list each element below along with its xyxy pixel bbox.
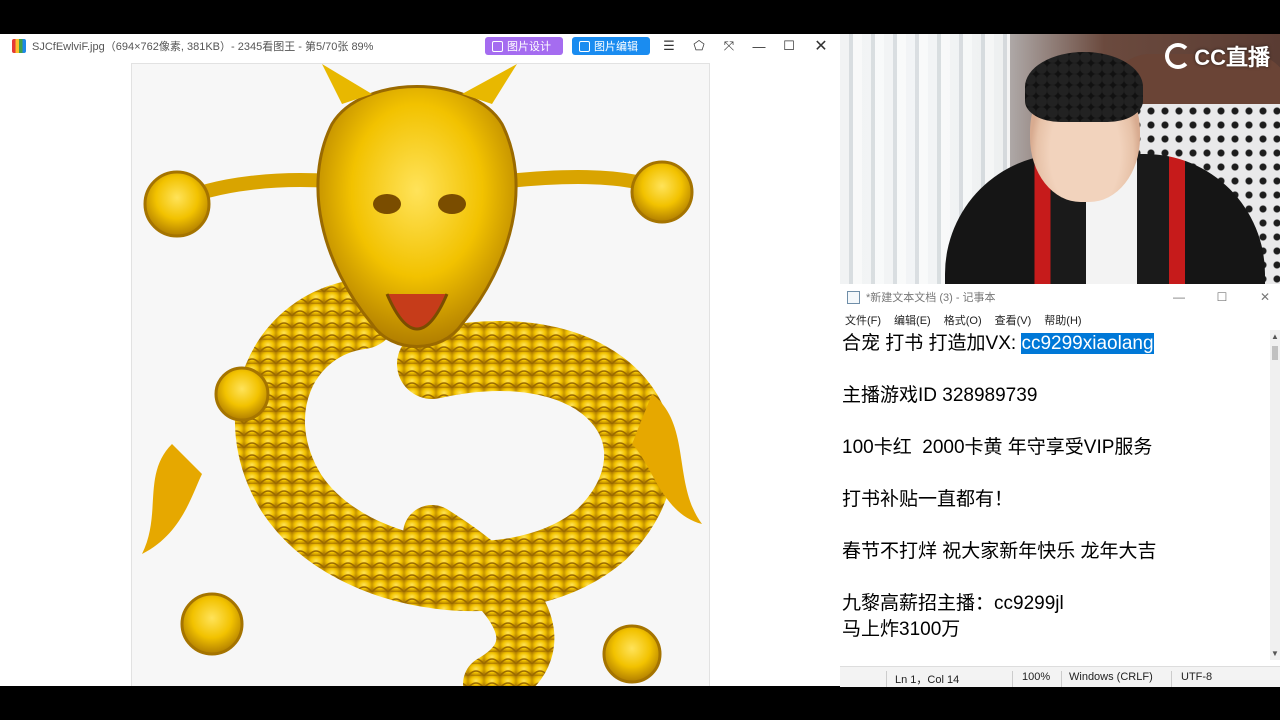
- status-divider: [1012, 671, 1013, 687]
- viewer-title: SJCfEwlviF.jpg（694×762像素, 381KB）- 2345看图…: [32, 41, 374, 53]
- shirt-icon[interactable]: ⬠: [689, 36, 709, 56]
- golden-dragon-illustration: [142, 64, 702, 686]
- image-design-label: 图片设计: [507, 41, 551, 53]
- menu-file[interactable]: 文件(F): [845, 312, 881, 328]
- minimize-icon[interactable]: —: [749, 36, 769, 56]
- notepad-titlebar: *新建文本文档 (3) - 记事本 — ☐ ✕: [840, 284, 1280, 310]
- image-design-button[interactable]: 图片设计: [485, 37, 563, 55]
- cc-logo-text: CC直播: [1194, 45, 1270, 70]
- text-line: 春节不打烊 祝大家新年快乐 龙年大吉: [842, 541, 1157, 562]
- webcam-feed: CC直播: [840, 34, 1280, 284]
- zoom-level: 100%: [1022, 671, 1051, 683]
- text-line: 马上炸3100万: [842, 619, 961, 640]
- text-line: 合宠 打书 打造加VX: cc9299xiaolang: [842, 332, 1154, 356]
- notepad-menubar: 文件(F) 编辑(E) 格式(O) 查看(V) 帮助(H): [840, 310, 1280, 330]
- text-line: 100卡红 2000卡黄 年守享受VIP服务: [842, 437, 1153, 458]
- cursor-position: Ln 1，Col 14: [895, 674, 960, 686]
- text-line: 打书补贴一直都有！: [842, 489, 1014, 510]
- fullscreen-icon[interactable]: ⤧: [719, 36, 739, 56]
- design-icon: [492, 40, 503, 52]
- menu-edit[interactable]: 编辑(E): [894, 312, 931, 328]
- menu-view[interactable]: 查看(V): [995, 312, 1032, 328]
- status-divider: [1171, 671, 1172, 687]
- image-edit-label: 图片编辑: [594, 41, 638, 53]
- notepad-text-area[interactable]: 合宠 打书 打造加VX: cc9299xiaolang 主播游戏ID 32898…: [840, 330, 1270, 660]
- edit-icon: [579, 40, 590, 52]
- notepad-title: *新建文本文档 (3) - 记事本: [866, 292, 996, 304]
- status-divider: [886, 671, 887, 687]
- streamer-hair: [1025, 52, 1143, 122]
- notepad-window: *新建文本文档 (3) - 记事本 — ☐ ✕ 文件(F) 编辑(E) 格式(O…: [840, 284, 1280, 687]
- cc-live-logo: CC直播: [1165, 40, 1270, 72]
- maximize-icon[interactable]: ☐: [779, 36, 799, 56]
- scroll-thumb[interactable]: [1272, 346, 1278, 360]
- menu-format[interactable]: 格式(O): [944, 312, 982, 328]
- minimize-icon[interactable]: —: [1168, 288, 1190, 306]
- close-icon[interactable]: ✕: [811, 36, 831, 56]
- image-viewer-window: SJCfEwlviF.jpg（694×762像素, 381KB）- 2345看图…: [0, 34, 840, 686]
- close-icon[interactable]: ✕: [1254, 288, 1276, 306]
- text-line: 主播游戏ID 328989739: [842, 385, 1038, 406]
- viewer-titlebar: SJCfEwlviF.jpg（694×762像素, 381KB）- 2345看图…: [0, 34, 840, 58]
- scroll-up-icon[interactable]: ▲: [1271, 332, 1279, 341]
- selected-text: cc9299xiaolang: [1021, 333, 1154, 354]
- notepad-statusbar: Ln 1，Col 14 100% Windows (CRLF) UTF-8: [840, 666, 1280, 687]
- cc-logo-icon: [1165, 43, 1192, 69]
- menu-icon[interactable]: ☰: [659, 36, 679, 56]
- encoding: UTF-8: [1181, 671, 1213, 683]
- scroll-down-icon[interactable]: ▼: [1271, 649, 1279, 658]
- dragon-image: [132, 64, 709, 686]
- line-ending: Windows (CRLF): [1069, 671, 1153, 683]
- menu-help[interactable]: 帮助(H): [1044, 312, 1081, 328]
- maximize-icon[interactable]: ☐: [1211, 288, 1233, 306]
- viewer-canvas: [0, 58, 840, 686]
- vertical-scrollbar[interactable]: ▲ ▼: [1270, 330, 1280, 660]
- text-line: 九黎高薪招主播：cc9299jl: [842, 593, 1064, 614]
- image-edit-button[interactable]: 图片编辑: [572, 37, 650, 55]
- notepad-icon: [847, 290, 860, 304]
- text-line-content: 合宠 打书 打造加VX:: [842, 333, 1022, 354]
- status-divider: [1061, 671, 1062, 687]
- app-logo-icon: [12, 39, 26, 53]
